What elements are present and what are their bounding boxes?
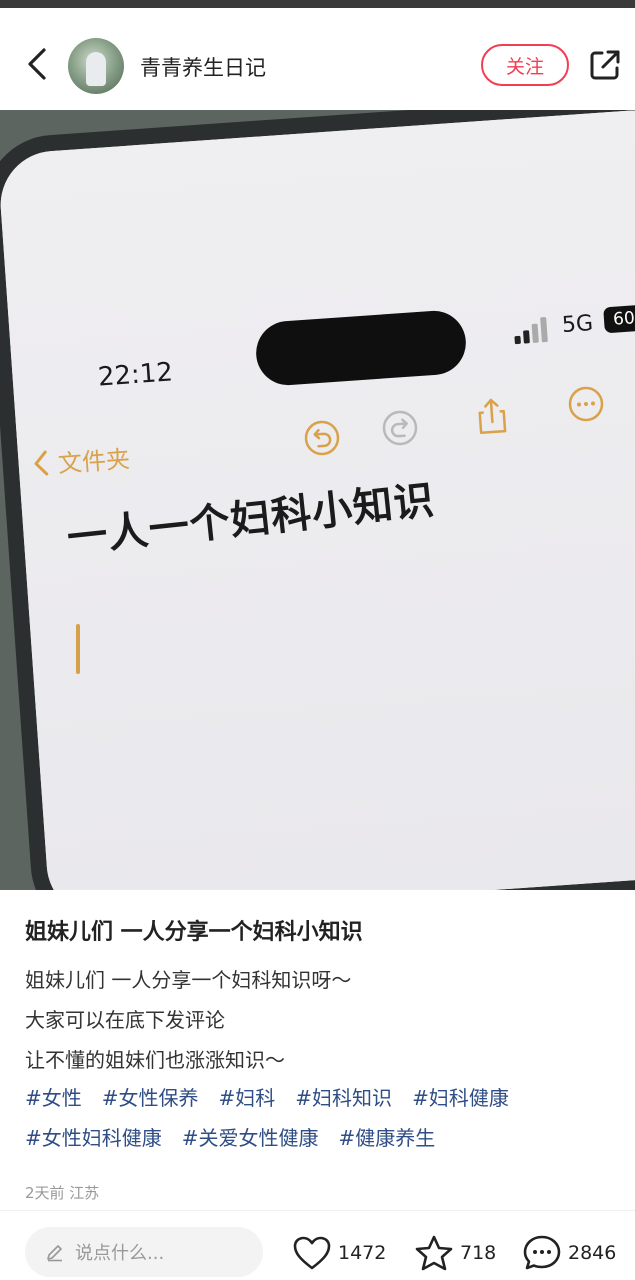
tag[interactable]: #女性 [25,1086,82,1110]
comment-placeholder: 说点什么... [75,1243,165,1264]
post-meta: 2天前 江苏 [25,1184,100,1202]
star-icon [415,1235,453,1271]
post-header: 青青养生日记 关注 [0,8,635,110]
phone-time: 22:12 [97,357,174,393]
chevron-left-icon [28,48,46,80]
undo-icon [304,420,340,456]
text-cursor [76,624,80,674]
collect-button[interactable]: 718 [414,1231,496,1275]
note-share-icon [478,398,507,435]
comment-icon [523,1235,561,1270]
bottom-action-bar: 说点什么... 1472 718 2846 [0,1210,635,1280]
tag[interactable]: #女性妇科健康 [25,1126,162,1150]
tag[interactable]: #关爱女性健康 [182,1126,319,1150]
tag[interactable]: #妇科 [219,1086,276,1110]
collect-count: 718 [460,1242,497,1264]
tag-row: #女性妇科健康 #关爱女性健康 #健康养生 [25,1118,625,1158]
network-label: 5G [561,310,594,339]
battery-icon: 60 [603,304,635,334]
redo-icon [382,410,418,446]
share-icon [590,50,620,80]
post-body-line: 大家可以在底下发评论 [25,1008,225,1032]
tag-row: #女性 #女性保养 #妇科 #妇科知识 #妇科健康 [25,1078,625,1118]
tag[interactable]: #女性保养 [102,1086,199,1110]
post-image[interactable]: 22:12 5G 60 文件夹 一人一个妇科小知识 [0,110,635,890]
like-button[interactable]: 1472 [292,1231,386,1275]
signal-icon [514,317,548,345]
comment-button[interactable]: 2846 [522,1231,616,1275]
folder-label: 文件夹 [57,445,131,479]
more-icon [568,386,604,422]
folder-link: 文件夹 [31,439,131,481]
heart-icon [293,1236,331,1270]
avatar-figure [86,52,106,86]
post-body: 姐妹儿们 一人分享一个妇科知识呀～ 大家可以在底下发评论 让不懂的姐妹们也涨涨知… [25,960,625,1080]
like-count: 1472 [338,1242,387,1264]
post-title: 姐妹儿们 一人分享一个妇科小知识 [25,920,363,945]
pencil-icon [47,1245,62,1262]
tag[interactable]: #健康养生 [339,1126,436,1150]
share-button[interactable] [588,48,622,82]
post-content: 姐妹儿们 一人分享一个妇科小知识 姐妹儿们 一人分享一个妇科知识呀～ 大家可以在… [0,890,635,1210]
comment-count: 2846 [568,1242,617,1264]
status-strip [0,0,635,8]
back-button[interactable] [18,44,58,84]
comment-input[interactable]: 说点什么... [25,1227,263,1277]
chevron-left-icon [34,450,49,475]
author-name[interactable]: 青青养生日记 [140,52,266,82]
post-body-line: 让不懂的姐妹们也涨涨知识～ [25,1048,285,1072]
author-avatar[interactable] [68,38,124,94]
tag-list: #女性 #女性保养 #妇科 #妇科知识 #妇科健康 #女性妇科健康 #关爱女性健康 #健康养… [25,1078,625,1158]
post-body-line: 姐妹儿们 一人分享一个妇科知识呀～ [25,968,352,992]
tag[interactable]: #妇科健康 [412,1086,509,1110]
tag[interactable]: #妇科知识 [295,1086,392,1110]
follow-button[interactable]: 关注 [481,44,569,86]
